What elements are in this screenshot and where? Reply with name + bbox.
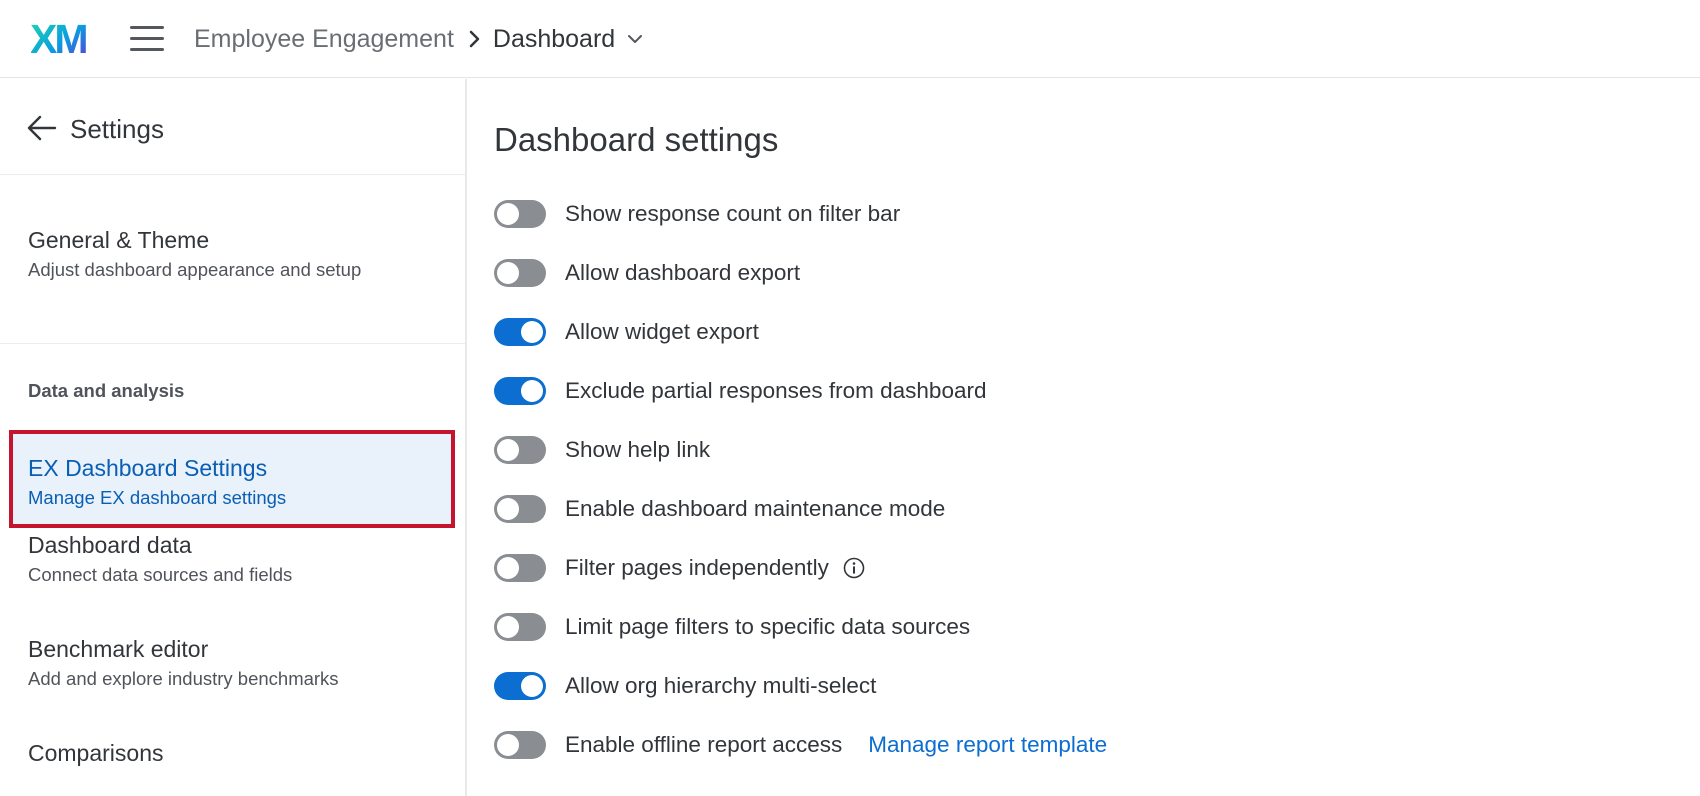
nav-item-comparisons[interactable]: Comparisons xyxy=(9,739,455,767)
svg-text:XM: XM xyxy=(31,20,86,56)
setting-label: Enable dashboard maintenance mode xyxy=(565,496,946,521)
setting-label: Filter pages independently xyxy=(565,555,829,580)
setting-label: Enable offline report access xyxy=(565,732,843,757)
setting-row-exclude-partial-responses: Exclude partial responses from dashboard xyxy=(494,373,986,409)
breadcrumb-current-label: Dashboard xyxy=(492,24,616,53)
setting-label: Limit page filters to specific data sour… xyxy=(565,614,971,639)
setting-row-show-help-link: Show help link xyxy=(494,432,710,468)
setting-row-limit-page-filters: Limit page filters to specific data sour… xyxy=(494,609,970,645)
info-icon[interactable] xyxy=(843,557,865,579)
nav-item-subtitle: Connect data sources and fields xyxy=(28,564,293,585)
toggle-switch[interactable] xyxy=(494,436,546,464)
xm-logo[interactable]: XM xyxy=(31,20,93,56)
section-label-data-analysis: Data and analysis xyxy=(28,380,185,401)
setting-row-show-response-count: Show response count on filter bar xyxy=(494,196,900,232)
setting-row-filter-pages-independently: Filter pages independently xyxy=(494,550,865,586)
nav-item-ex-dashboard-settings[interactable]: EX Dashboard Settings Manage EX dashboar… xyxy=(9,430,455,528)
toggle-switch[interactable] xyxy=(494,731,546,759)
main-content: Dashboard settings Show response count o… xyxy=(469,79,1700,796)
nav-item-title: EX Dashboard Settings xyxy=(28,455,268,481)
page-title: Dashboard settings xyxy=(494,121,779,158)
settings-sidebar: Settings General & Theme Adjust dashboar… xyxy=(0,79,467,796)
section-divider xyxy=(0,343,465,344)
toggle-switch[interactable] xyxy=(494,259,546,287)
toggle-switch[interactable] xyxy=(494,672,546,700)
nav-item-subtitle: Adjust dashboard appearance and setup xyxy=(28,259,362,280)
nav-item-title: Comparisons xyxy=(28,740,164,766)
setting-label: Allow dashboard export xyxy=(565,260,801,285)
chevron-down-icon xyxy=(627,34,643,44)
toggle-switch[interactable] xyxy=(494,200,546,228)
nav-item-title: General & Theme xyxy=(28,227,210,253)
nav-item-subtitle: Add and explore industry benchmarks xyxy=(28,668,339,689)
manage-report-template-link[interactable]: Manage report template xyxy=(868,732,1107,758)
nav-item-benchmark-editor[interactable]: Benchmark editor Add and explore industr… xyxy=(9,635,455,691)
nav-item-subtitle: Manage EX dashboard settings xyxy=(28,487,287,508)
setting-row-allow-widget-export: Allow widget export xyxy=(494,314,759,350)
nav-item-title: Dashboard data xyxy=(28,532,192,558)
toggle-switch[interactable] xyxy=(494,318,546,346)
sidebar-header: Settings xyxy=(0,79,465,175)
nav-item-title: Benchmark editor xyxy=(28,636,209,662)
setting-label: Show help link xyxy=(565,437,711,462)
nav-item-dashboard-data[interactable]: Dashboard data Connect data sources and … xyxy=(9,531,455,587)
setting-label: Allow org hierarchy multi-select xyxy=(565,673,877,698)
setting-row-offline-report-access: Enable offline report access Manage repo… xyxy=(494,727,1107,763)
breadcrumb: Employee Engagement Dashboard xyxy=(194,22,643,56)
breadcrumb-project-link[interactable]: Employee Engagement xyxy=(194,25,454,54)
sidebar-title: Settings xyxy=(70,114,164,144)
hamburger-menu-icon[interactable] xyxy=(130,26,164,52)
toggle-switch[interactable] xyxy=(494,377,546,405)
dashboard-dropdown[interactable]: Dashboard xyxy=(493,25,643,54)
setting-label: Exclude partial responses from dashboard xyxy=(565,378,987,403)
top-bar: XM Employee Engagement Dashboard xyxy=(0,0,1700,78)
toggle-switch[interactable] xyxy=(494,554,546,582)
chevron-right-icon xyxy=(469,30,481,48)
back-arrow-icon[interactable] xyxy=(27,115,57,141)
setting-row-allow-dashboard-export: Allow dashboard export xyxy=(494,255,800,291)
nav-item-general-theme[interactable]: General & Theme Adjust dashboard appeara… xyxy=(9,226,455,282)
setting-row-maintenance-mode: Enable dashboard maintenance mode xyxy=(494,491,945,527)
toggle-switch[interactable] xyxy=(494,495,546,523)
setting-row-org-hierarchy-multiselect: Allow org hierarchy multi-select xyxy=(494,668,876,704)
toggle-switch[interactable] xyxy=(494,613,546,641)
setting-label: Show response count on filter bar xyxy=(565,201,901,226)
setting-label: Allow widget export xyxy=(565,319,759,344)
